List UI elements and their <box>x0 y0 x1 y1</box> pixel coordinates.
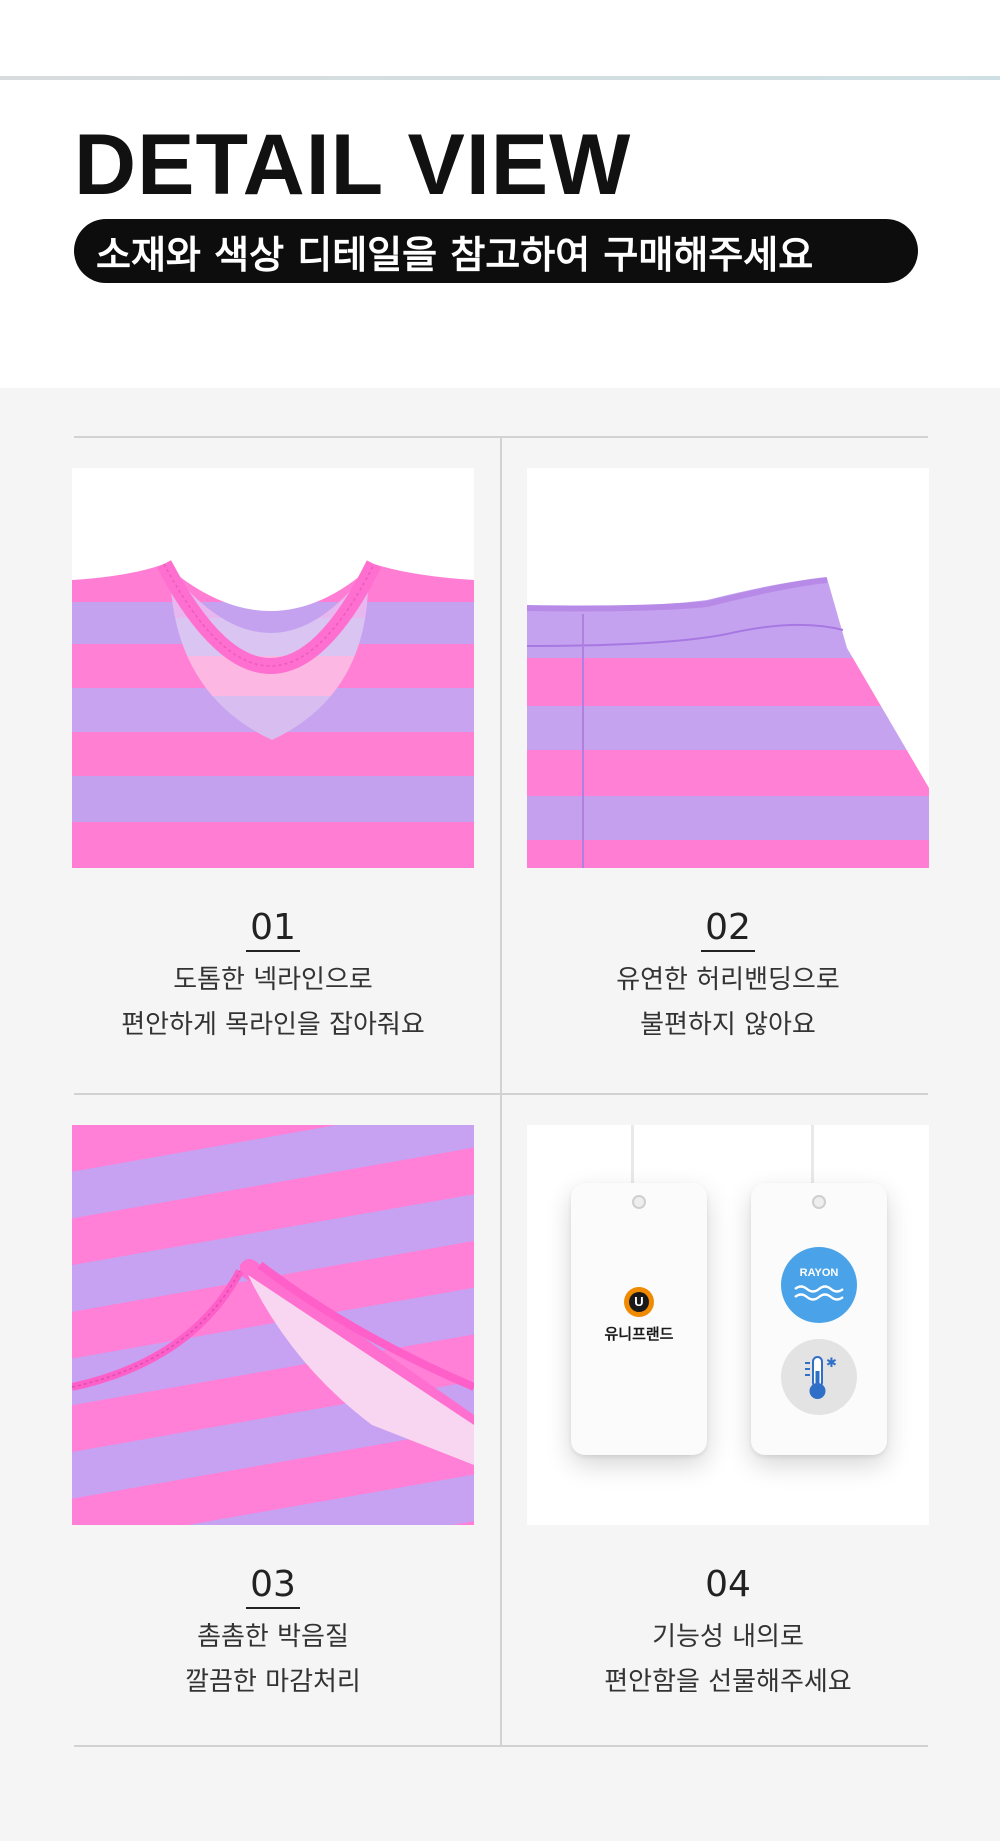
detail-number-01: 01 <box>72 907 474 952</box>
thermometer-icon: ✱ <box>805 1356 837 1399</box>
detail-description-03: 촘촘한 박음질 깔끔한 마감처리 <box>185 1622 361 1697</box>
detail-description-02: 유연한 허리밴딩으로 불편하지 않아요 <box>616 965 840 1040</box>
feature-tag: RAYON ✱ <box>751 1183 887 1455</box>
subtitle-text: 소재와 색상 디테일을 참고하여 구매해주세요 <box>96 232 814 277</box>
svg-text:✱: ✱ <box>826 1356 837 1371</box>
waistband-photo <box>527 468 929 868</box>
brand-logo-icon: U <box>624 1287 654 1317</box>
neckline-photo <box>72 468 474 868</box>
detail-grid: 01 도톰한 넥라인으로 편안하게 목라인을 잡아줘요 02 유연한 허리밴딩으… <box>0 388 1000 1841</box>
grid-middle-line <box>74 1093 928 1095</box>
grid-bottom-line <box>74 1745 928 1747</box>
top-divider <box>0 76 1000 80</box>
rayon-badge: RAYON <box>781 1247 857 1323</box>
detail-number-02: 02 <box>527 907 929 952</box>
page-title: DETAIL VIEW <box>74 117 632 213</box>
brand-name: 유니프랜드 <box>604 1325 674 1343</box>
tags-photo: U 유니프랜드 RAYON ✱ <box>527 1125 929 1525</box>
header-section: DETAIL VIEW 소재와 색상 디테일을 참고하여 구매해주세요 <box>0 0 1000 388</box>
grid-center-line <box>500 436 502 1746</box>
tag-hole <box>812 1195 826 1209</box>
stitching-photo <box>72 1125 474 1525</box>
cooling-badge: ✱ <box>781 1339 857 1415</box>
detail-number-03: 03 <box>72 1564 474 1609</box>
detail-description-04: 기능성 내의로 편안함을 선물해주세요 <box>604 1622 852 1697</box>
detail-number-04: 04 <box>705 1564 751 1605</box>
tag-hole <box>632 1195 646 1209</box>
brand-tag: U 유니프랜드 <box>571 1183 707 1455</box>
subtitle-banner: 소재와 색상 디테일을 참고하여 구매해주세요 <box>74 219 918 283</box>
wave-icon <box>794 1285 844 1301</box>
detail-description-01: 도톰한 넥라인으로 편안하게 목라인을 잡아줘요 <box>121 965 425 1040</box>
